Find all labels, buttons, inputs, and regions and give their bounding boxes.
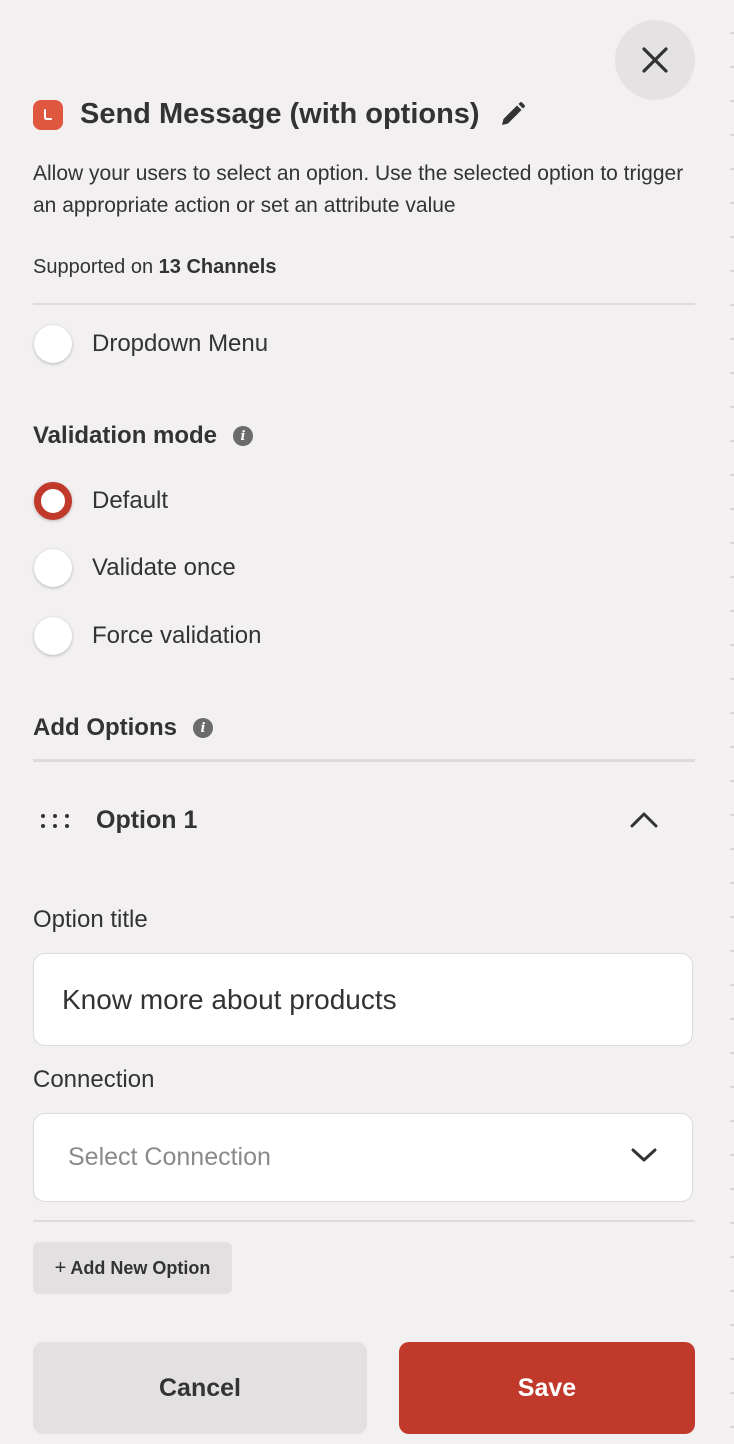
chevron-down-icon [630, 1146, 658, 1169]
radio-label: Force validation [92, 622, 262, 649]
info-icon[interactable]: i [233, 426, 254, 446]
plus-icon: + [54, 1256, 67, 1279]
dropdown-menu-label: Dropdown Menu [92, 330, 269, 357]
add-options-title: Add Options i [33, 714, 213, 742]
divider [33, 303, 695, 305]
add-new-option-button[interactable]: + Add New Option [33, 1242, 232, 1294]
info-icon[interactable]: i [192, 718, 213, 738]
radio-force-validation[interactable]: Force validation [34, 617, 261, 655]
pencil-icon[interactable] [498, 101, 526, 129]
page-title: Send Message (with options) [80, 98, 480, 130]
add-new-option-label: Add New Option [70, 1257, 211, 1278]
option-name: Option 1 [96, 806, 198, 834]
connection-placeholder: Select Connection [68, 1143, 271, 1171]
save-button[interactable]: Save [399, 1342, 695, 1434]
channels-count[interactable]: 13 Channels [159, 256, 277, 278]
option-header[interactable]: Option 1 [40, 806, 660, 835]
divider [33, 1220, 695, 1222]
radio-label: Validate once [92, 554, 236, 581]
node-logo-icon [33, 99, 63, 130]
radio-label: Default [92, 487, 169, 514]
close-icon [642, 47, 668, 73]
chevron-up-icon[interactable] [629, 810, 659, 835]
toggle-circle[interactable] [34, 325, 72, 363]
close-button[interactable] [615, 20, 695, 100]
cancel-button[interactable]: Cancel [33, 1342, 367, 1434]
radio-button[interactable] [34, 549, 72, 587]
supported-prefix: Supported on [33, 256, 159, 278]
description: Allow your users to select an option. Us… [33, 162, 684, 217]
scroll-edge [730, 0, 734, 1444]
option-title-input[interactable] [33, 953, 693, 1046]
validation-mode-title: Validation mode i [33, 422, 254, 450]
radio-validate-once[interactable]: Validate once [34, 549, 236, 587]
panel-header: Send Message (with options) [33, 98, 526, 131]
validation-mode-label: Validation mode [33, 422, 218, 449]
dropdown-menu-toggle[interactable]: Dropdown Menu [34, 325, 268, 363]
add-options-label: Add Options [33, 714, 177, 741]
radio-button[interactable] [34, 617, 72, 655]
supported-channels: Supported on 13 Channels [33, 256, 276, 279]
option-title-label: Option title [33, 906, 148, 933]
divider [33, 759, 695, 762]
drag-handle-icon[interactable] [40, 811, 72, 831]
connection-select[interactable]: Select Connection [33, 1113, 693, 1202]
radio-default[interactable]: Default [34, 482, 168, 520]
connection-label: Connection [33, 1066, 155, 1093]
radio-button-selected[interactable] [34, 482, 72, 520]
